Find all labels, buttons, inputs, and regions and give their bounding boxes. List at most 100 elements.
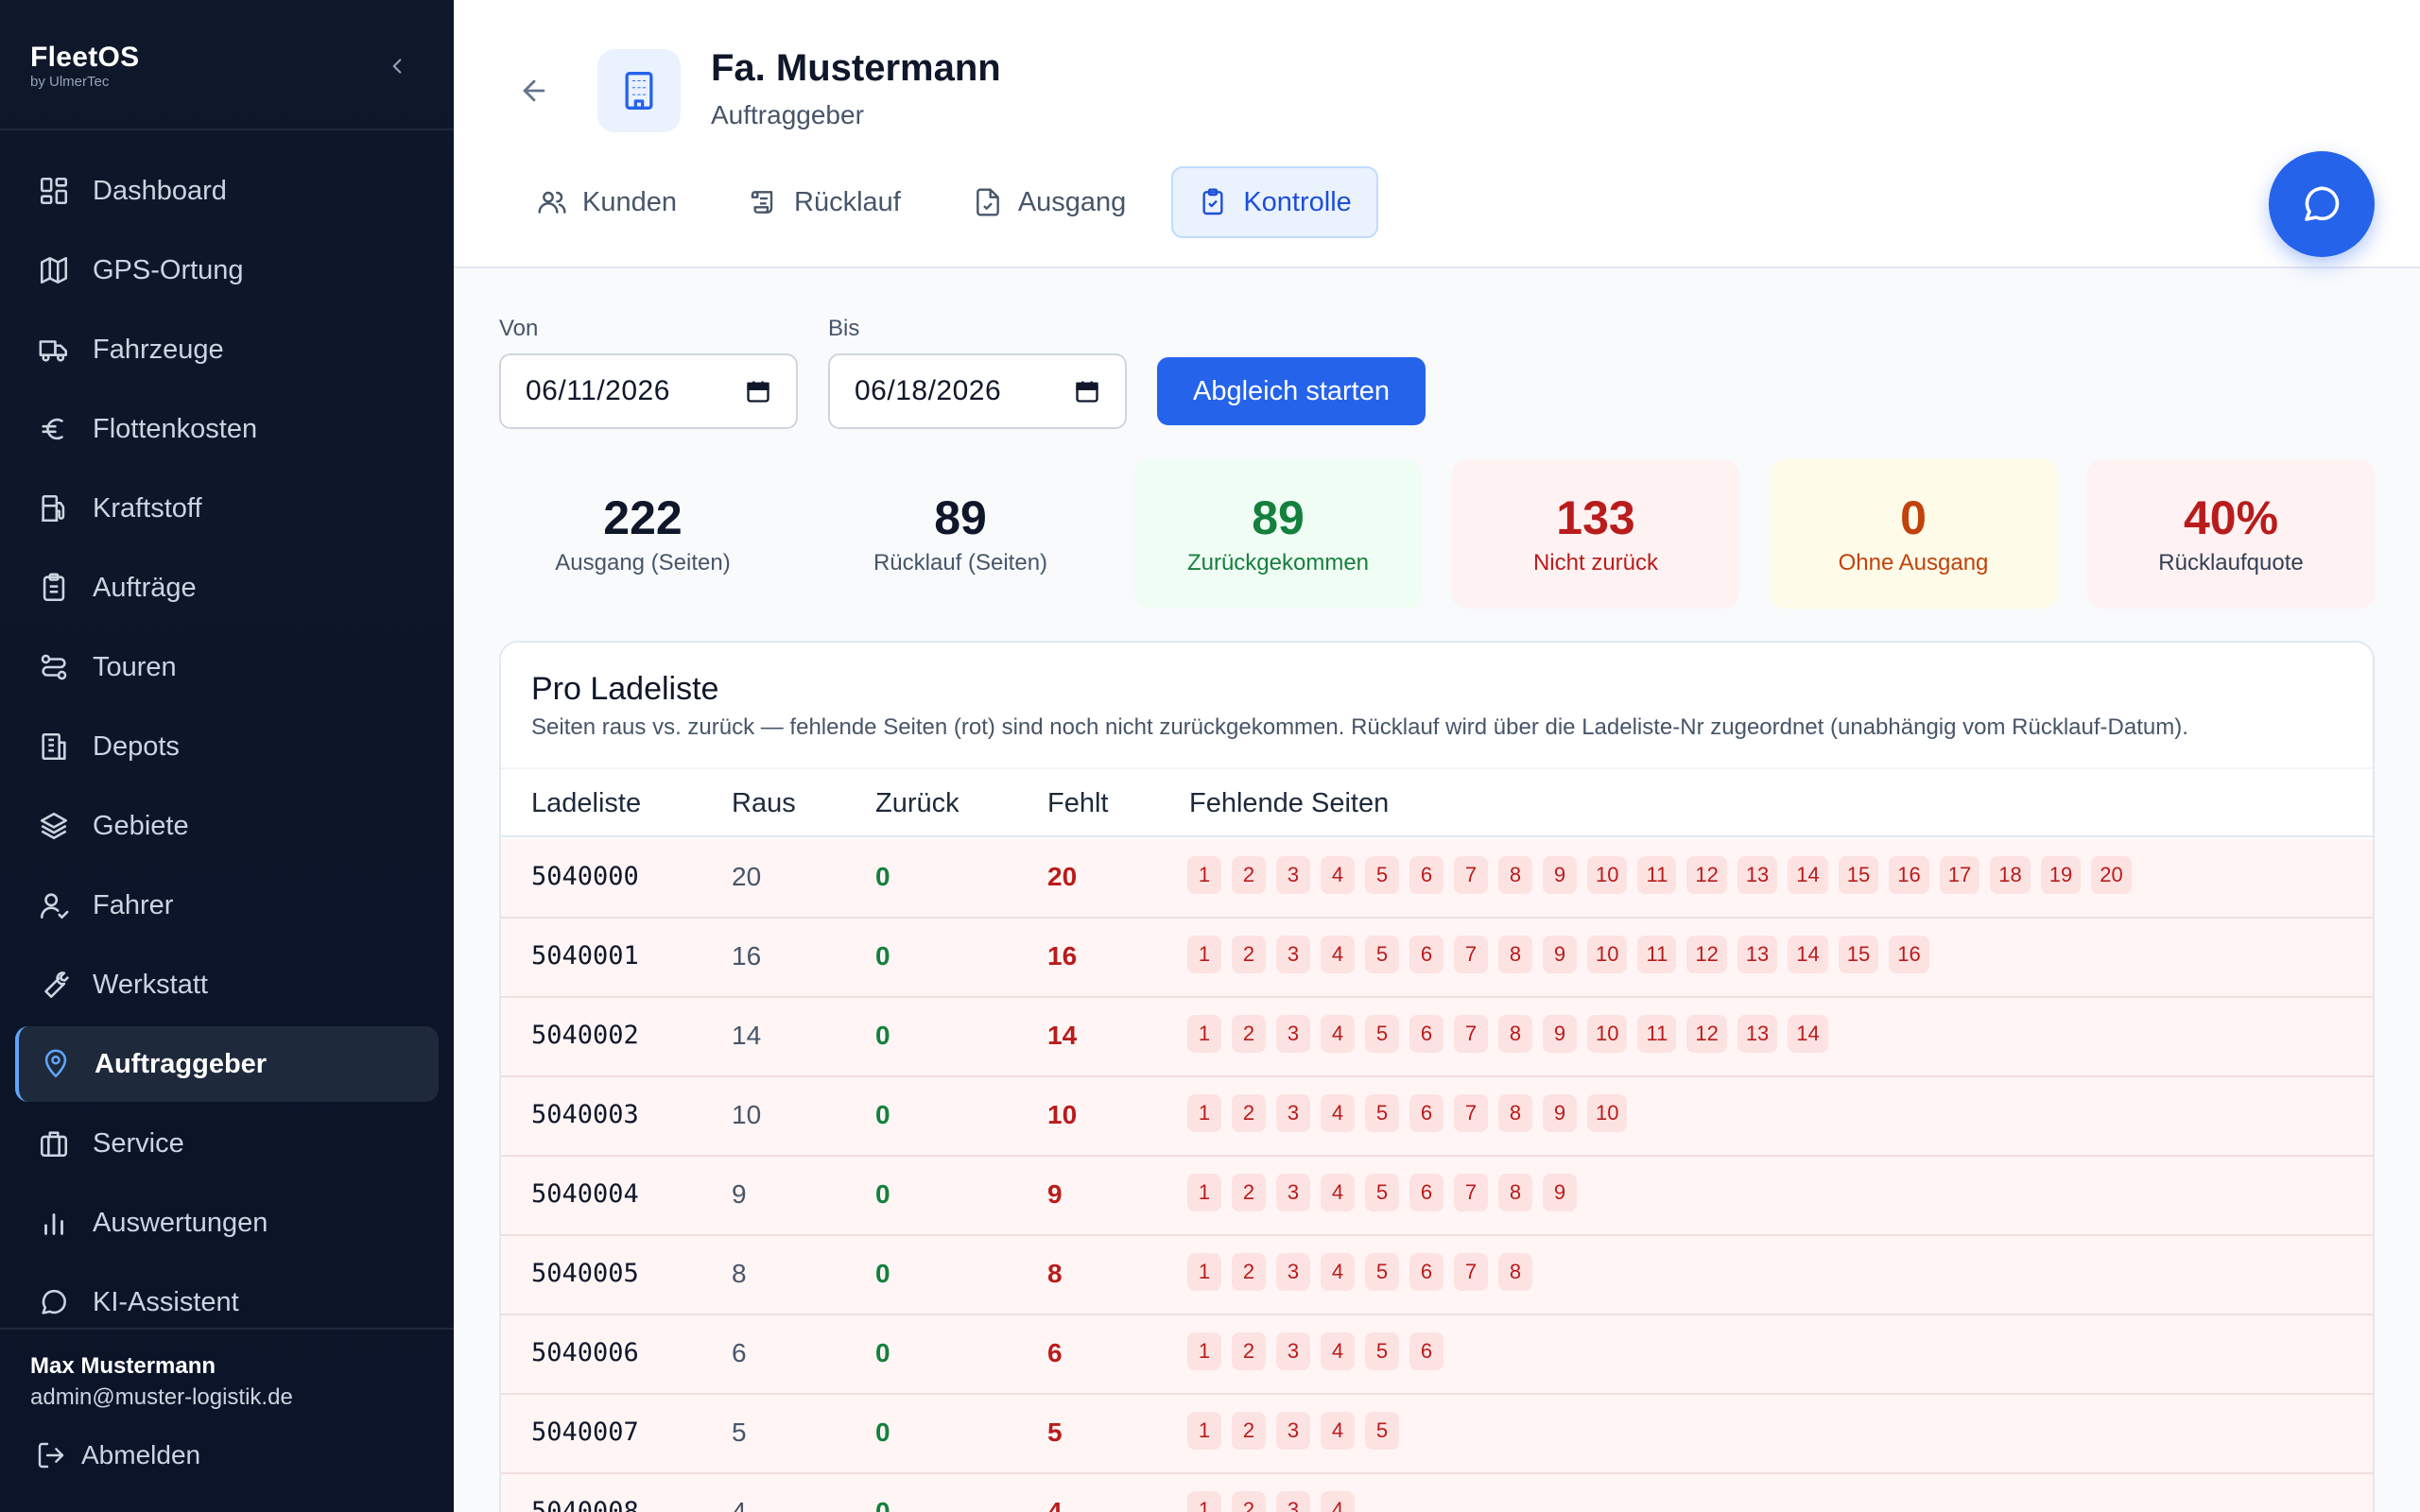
table-row[interactable]: 5040005 8 0 8 1 2 3 4 5 6 7 8 — [501, 1236, 2373, 1315]
sidebar-item-label: GPS-Ortung — [93, 254, 244, 285]
column-header-fehlt: Fehlt — [1047, 788, 1109, 818]
missing-page-chip: 7 — [1454, 1094, 1488, 1132]
table-row[interactable]: 5040008 4 0 4 1 2 3 4 — [501, 1474, 2373, 1512]
sidebar-item-label: KI-Assistent — [93, 1286, 239, 1317]
cell-fehlt: 8 — [1047, 1259, 1063, 1288]
stat-card: 89 Rücklauf (Seiten) — [817, 459, 1104, 609]
chevron-left-icon — [392, 59, 402, 74]
sidebar-item-auftraege[interactable]: Aufträge — [15, 550, 439, 626]
sidebar-item-gps-ortung[interactable]: GPS-Ortung — [15, 232, 439, 308]
cell-raus: 5 — [732, 1418, 747, 1447]
cell-ladeliste: 5040008 — [531, 1497, 639, 1512]
missing-page-chip: 5 — [1365, 1015, 1399, 1053]
logout-button[interactable]: Abmelden — [36, 1440, 200, 1470]
table-row[interactable]: 5040000 20 0 20 1 2 3 4 5 6 7 8 9 10 11 12 13 14 15 16 17 18 1… — [501, 839, 2373, 919]
missing-page-chip: 11 — [1637, 936, 1677, 973]
table-row[interactable]: 5040007 5 0 5 1 2 3 4 5 — [501, 1395, 2373, 1474]
cell-zurueck: 0 — [875, 1338, 890, 1367]
missing-page-chip: 16 — [1889, 936, 1929, 973]
missing-page-chip: 18 — [1990, 856, 2031, 894]
sidebar-item-service[interactable]: Service — [15, 1106, 439, 1181]
missing-pages-list: 1234 — [1187, 1491, 1365, 1512]
sidebar-item-kraftstoff[interactable]: Kraftstoff — [15, 471, 439, 546]
sidebar-item-werkstatt[interactable]: Werkstatt — [15, 947, 439, 1022]
cell-ladeliste: 5040000 — [531, 862, 639, 891]
missing-page-chip: 4 — [1321, 936, 1355, 973]
stat-value: 89 — [934, 490, 987, 544]
bis-date-input[interactable]: 06/18/2026 — [828, 353, 1127, 429]
sidebar-item-gebiete[interactable]: Gebiete — [15, 788, 439, 864]
missing-page-chip: 5 — [1365, 1332, 1399, 1370]
missing-page-chip: 9 — [1543, 1094, 1577, 1132]
missing-page-chip: 11 — [1637, 1015, 1677, 1053]
missing-page-chip: 4 — [1321, 1332, 1355, 1370]
tab-ausgang[interactable]: Ausgang — [946, 166, 1153, 238]
sidebar-item-auftraggeber[interactable]: Auftraggeber — [15, 1026, 439, 1102]
tab-kunden[interactable]: Kunden — [510, 166, 703, 238]
bis-label: Bis — [828, 316, 860, 341]
sidebar-item-label: Kraftstoff — [93, 492, 202, 524]
missing-page-chip: 2 — [1232, 1332, 1266, 1370]
missing-page-chip: 15 — [1838, 856, 1879, 894]
table-row[interactable]: 5040001 16 0 16 1 2 3 4 5 6 7 8 9 10 11 12 13 14 15 16 — [501, 919, 2373, 998]
sidebar-item-fahrer[interactable]: Fahrer — [15, 868, 439, 943]
brand: FleetOS by UlmerTec — [30, 42, 139, 90]
table-row[interactable]: 5040006 6 0 6 1 2 3 4 5 6 — [501, 1315, 2373, 1395]
back-button[interactable] — [510, 72, 558, 110]
collapse-sidebar-button[interactable] — [378, 47, 416, 85]
sidebar-item-label: Aufträge — [93, 572, 197, 603]
von-date-input[interactable]: 06/11/2026 — [499, 353, 798, 429]
logout-icon — [38, 1442, 64, 1469]
entity-avatar — [597, 49, 681, 132]
cell-raus: 16 — [732, 941, 762, 971]
cell-raus: 8 — [732, 1259, 747, 1288]
stat-value: 0 — [1900, 490, 1927, 544]
missing-page-chip: 9 — [1543, 1015, 1577, 1053]
page-title: Fa. Mustermann — [711, 47, 1001, 89]
calendar-icon[interactable] — [745, 378, 771, 404]
layers-icon — [40, 812, 68, 840]
page-subtitle: Auftraggeber — [711, 100, 864, 129]
stat-label: Nicht zurück — [1532, 549, 1659, 576]
sidebar-item-touren[interactable]: Touren — [15, 629, 439, 705]
missing-page-chip: 1 — [1187, 1332, 1221, 1370]
sidebar-item-label: Gebiete — [93, 810, 189, 841]
cell-zurueck: 0 — [875, 1259, 890, 1288]
missing-page-chip: 11 — [1637, 856, 1677, 894]
stat-label: Ohne Ausgang — [1838, 549, 1989, 576]
sidebar-item-fahrzeuge[interactable]: Fahrzeuge — [15, 312, 439, 387]
clipboard-icon — [43, 573, 65, 602]
sidebar-item-auswertungen[interactable]: Auswertungen — [15, 1185, 439, 1261]
start-comparison-button[interactable]: Abgleich starten — [1157, 357, 1426, 425]
table-row[interactable]: 5040002 14 0 14 1 2 3 4 5 6 7 8 9 10 11 12 13 14 — [501, 998, 2373, 1077]
missing-page-chip: 10 — [1587, 1015, 1628, 1053]
sidebar-item-dashboard[interactable]: Dashboard — [15, 153, 439, 229]
cell-ladeliste: 5040003 — [531, 1100, 639, 1129]
table-row[interactable]: 5040004 9 0 9 1 2 3 4 5 6 7 8 9 — [501, 1157, 2373, 1236]
missing-page-chip: 13 — [1737, 936, 1778, 973]
missing-page-chip: 7 — [1454, 1253, 1488, 1291]
sidebar-item-flottenkosten[interactable]: Flottenkosten — [15, 391, 439, 467]
stat-label: Zurückgekommen — [1186, 549, 1370, 576]
missing-page-chip: 2 — [1232, 1491, 1266, 1512]
table-row[interactable]: 5040003 10 0 10 1 2 3 4 5 6 7 8 9 10 — [501, 1077, 2373, 1157]
missing-page-chip: 5 — [1365, 936, 1399, 973]
cell-fehlt: 6 — [1047, 1338, 1063, 1367]
missing-page-chip: 6 — [1409, 936, 1443, 973]
missing-page-chip: 14 — [1788, 936, 1828, 973]
bis-date-value: 06/18/2026 — [855, 375, 1002, 406]
missing-page-chip: 7 — [1454, 936, 1488, 973]
calendar-icon[interactable] — [1074, 378, 1100, 404]
chat-button[interactable] — [2269, 151, 2375, 257]
cell-ladeliste: 5040001 — [531, 941, 639, 971]
cell-fehlt: 10 — [1047, 1100, 1078, 1129]
stat-card: 40% Rücklaufquote — [2087, 459, 2375, 609]
tab-kontrolle[interactable]: Kontrolle — [1171, 166, 1378, 238]
stat-value: 133 — [1556, 490, 1635, 544]
sidebar-item-depots[interactable]: Depots — [15, 709, 439, 784]
tab-ruecklauf[interactable]: Rücklauf — [722, 166, 927, 238]
cell-ladeliste: 5040006 — [531, 1338, 639, 1367]
sidebar-item-label: Fahrzeuge — [93, 334, 224, 365]
missing-page-chip: 6 — [1409, 1253, 1443, 1291]
missing-page-chip: 4 — [1321, 856, 1355, 894]
